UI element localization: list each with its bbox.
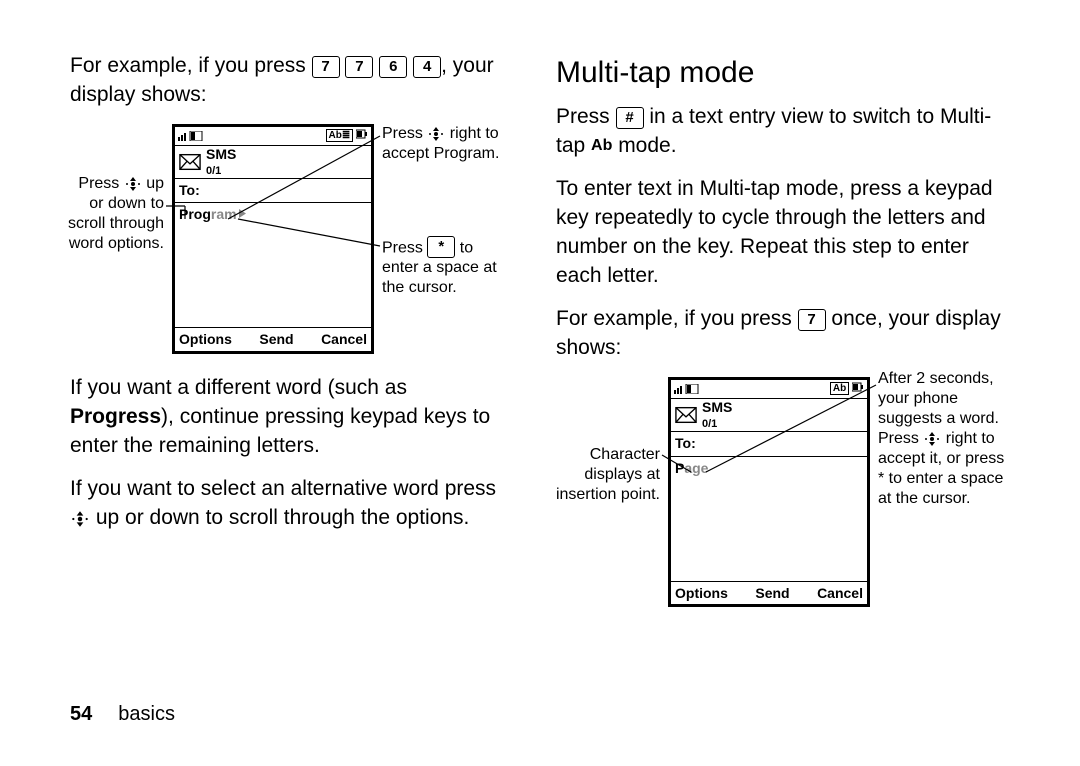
softkey-options: Options [179, 330, 232, 349]
nav-dot-icon [427, 127, 445, 141]
status-bar: Ab [671, 380, 867, 399]
callout-right-accept: Press right to accept Program. [382, 124, 502, 164]
sms-count: 0/1 [206, 165, 221, 177]
page-footer: 54 basics [70, 703, 175, 726]
softkey-send: Send [259, 330, 293, 349]
key-hash-icon: # [616, 107, 644, 129]
typed-prefix: Prog [179, 206, 211, 222]
switch-mode-para: Press # in a text entry view to switch t… [556, 103, 1016, 161]
alternative-word-para: If you want to select an alternative wor… [70, 475, 510, 533]
envelope-icon [674, 403, 698, 427]
key-4-icon: 4 [413, 56, 441, 78]
battery-icon [356, 129, 368, 139]
key-star-icon: * [427, 236, 455, 258]
phone-diagram-2: Character displays at insertion point. A… [556, 377, 1016, 627]
text: For example, if you press [70, 54, 312, 77]
typed-prefix: P [675, 460, 684, 476]
envelope-icon [178, 150, 202, 174]
callout-after2sec: After 2 seconds, your phone suggests a w… [878, 369, 1008, 509]
phone-diagram-1: Press up or down to scroll through word … [70, 124, 510, 356]
caret-right-icon [239, 209, 246, 218]
softkey-options: Options [675, 584, 728, 603]
key-7-icon: 7 [798, 309, 826, 331]
nav-dot-icon [70, 511, 90, 527]
sms-count: 0/1 [702, 418, 717, 430]
text-mode-indicator: Ab [830, 382, 864, 396]
phone-screen: Ab≣ SMS 0/1 To: Program [172, 124, 374, 354]
ab-mode-label: Ab [591, 137, 612, 154]
message-body: Page [671, 457, 867, 582]
text-mode-indicator: Ab≣ [326, 129, 369, 143]
to-field: To: [671, 432, 867, 456]
to-field: To: [175, 179, 371, 203]
left-example-prompt: For example, if you press 7 7 6 4, your … [70, 52, 510, 110]
key-6-icon: 6 [379, 56, 407, 78]
key-7-icon: 7 [345, 56, 373, 78]
sms-label: SMS [206, 146, 236, 162]
page-number: 54 [70, 703, 92, 725]
sms-header-row: SMS 0/1 [671, 399, 867, 432]
battery-icon [852, 382, 864, 392]
section-name: basics [118, 703, 175, 725]
callout-updown: Press up or down to scroll through word … [66, 174, 164, 254]
softkey-cancel: Cancel [321, 330, 367, 349]
callout-insertion-point: Character displays at insertion point. [552, 445, 660, 505]
multi-tap-explain: To enter text in Multi-tap mode, press a… [556, 175, 1016, 291]
nav-dot-icon [124, 177, 142, 191]
callout-star-space: Press * to enter a space at the cursor. [382, 236, 512, 299]
right-example-prompt: For example, if you press 7 once, your d… [556, 305, 1016, 363]
softkey-cancel: Cancel [817, 584, 863, 603]
sms-label: SMS [702, 399, 732, 415]
message-body: Program [175, 203, 371, 328]
softkey-row: Options Send Cancel [671, 582, 867, 604]
signal-icon [674, 384, 700, 394]
sms-header-row: SMS 0/1 [175, 146, 371, 179]
predicted-suffix: ram [211, 206, 237, 222]
softkey-send: Send [755, 584, 789, 603]
section-heading: Multi-tap mode [556, 52, 1016, 93]
softkey-row: Options Send Cancel [175, 328, 371, 350]
status-bar: Ab≣ [175, 127, 371, 146]
nav-dot-icon [923, 432, 941, 446]
phone-screen: Ab SMS 0/1 To: Page [668, 377, 870, 607]
signal-icon [178, 131, 204, 141]
predicted-suffix: age [684, 460, 708, 476]
key-7-icon: 7 [312, 56, 340, 78]
different-word-para: If you want a different word (such as Pr… [70, 374, 510, 461]
example-word: Progress [70, 405, 161, 428]
